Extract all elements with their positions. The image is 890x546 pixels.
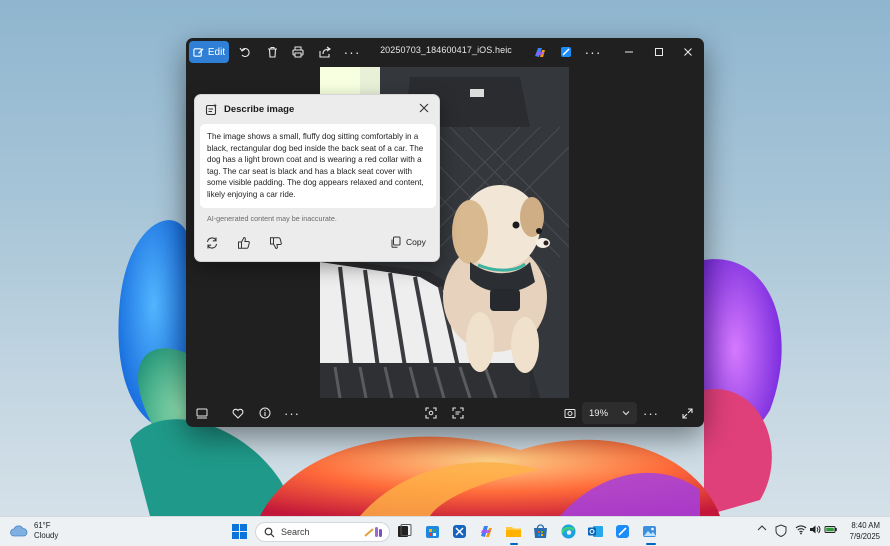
favorite-button[interactable] [227,402,249,424]
zoom-level: 19% [589,407,609,419]
text-scan-icon [452,407,464,419]
copilot-button[interactable] [528,41,550,63]
panel-title: Describe image [224,104,295,115]
zoom-dropdown[interactable]: 19% [582,402,637,424]
wifi-icon[interactable] [795,524,807,535]
ellipsis-icon: ··· [643,405,659,421]
maximize-icon [655,48,663,56]
scan-icon [425,407,437,419]
file-explorer-icon[interactable] [505,523,522,540]
filmstrip-icon [196,408,208,418]
clock-time: 8:40 AM [851,521,880,530]
more-options-button[interactable]: ··· [341,41,363,63]
search-icon [264,527,275,537]
edit-button[interactable]: Edit [189,41,229,63]
delete-button[interactable] [261,41,283,63]
ai-disclaimer: AI-generated content may be inaccurate. [207,214,337,223]
edit-icon [193,47,204,57]
fit-screen-icon [564,408,576,418]
share-icon [319,46,331,58]
more-apps-button[interactable]: ··· [582,41,604,63]
file-name-title: 20250703_184600417_iOS.heic [380,45,512,55]
outlook-icon[interactable] [587,523,604,540]
thumbs-up-button[interactable] [237,236,251,250]
close-window-button[interactable] [677,41,699,63]
microsoft-store-icon[interactable] [532,523,549,540]
copilot-app-icon[interactable] [478,523,495,540]
battery-icon[interactable] [824,524,838,535]
edit-label: Edit [207,46,226,58]
visual-search-button[interactable] [420,402,442,424]
heart-icon [232,408,244,419]
taskbar-search-box[interactable]: Search [255,522,390,542]
snipping-tool-icon[interactable] [451,523,468,540]
file-info-button[interactable] [254,402,276,424]
minimize-icon [625,51,633,53]
search-highlight-icon [364,527,382,537]
printer-icon [292,46,304,58]
info-icon [259,407,271,419]
describe-image-button[interactable] [447,402,469,424]
regenerate-button[interactable] [205,236,219,250]
describe-image-icon [205,103,217,116]
clock-date: 7/9/2025 [849,532,880,541]
rotate-icon [239,47,250,58]
actual-size-button[interactable] [559,402,581,424]
designer-icon [561,47,571,57]
taskbar: 61°F Cloudy Search 8:40 AM 7/9/2025 [0,516,890,546]
chevron-down-icon [622,411,630,416]
weather-temperature: 61°F [34,521,51,530]
title-bar: Edit ··· 20250703_184600417_iOS.heic ··· [186,38,704,66]
close-panel-button[interactable] [417,101,431,115]
share-button[interactable] [314,41,336,63]
more-view-options-button[interactable]: ··· [640,402,662,424]
ellipsis-icon: ··· [343,44,361,60]
more-options-bottom-button[interactable]: ··· [281,402,303,424]
weather-widget[interactable]: 61°F Cloudy [10,521,58,541]
trash-icon [267,46,277,58]
show-hidden-icons-button[interactable] [757,524,767,534]
cloud-icon [10,525,28,537]
task-view-icon[interactable] [396,523,413,540]
copilot-icon [534,47,545,57]
designer-button[interactable] [555,41,577,63]
system-clock[interactable]: 8:40 AM 7/9/2025 [838,520,880,542]
rotate-button[interactable] [234,41,256,63]
close-icon [684,48,692,56]
bottom-toolbar: ··· 19% ··· [186,399,704,427]
search-placeholder: Search [281,527,310,537]
filmstrip-button[interactable] [191,402,213,424]
volume-icon[interactable] [809,524,821,535]
copy-button[interactable]: Copy [390,236,426,248]
edge-browser-icon[interactable] [560,523,577,540]
weather-condition: Cloudy [34,531,59,540]
active-app-indicator [646,543,656,545]
active-app-indicator [510,543,518,545]
print-button[interactable] [287,41,309,63]
security-icon[interactable] [775,524,787,537]
copy-icon [391,236,401,248]
ellipsis-icon: ··· [584,44,602,60]
describe-image-panel: Describe image The image shows a small, … [194,94,440,262]
chevron-up-icon [757,525,767,531]
expand-icon [681,407,693,419]
ellipsis-icon: ··· [284,405,300,421]
minimize-button[interactable] [618,41,640,63]
description-text: The image shows a small, fluffy dog sitt… [200,124,436,208]
designer-app-icon[interactable] [614,523,631,540]
store-app-icon[interactable] [424,523,441,540]
thumbs-down-button[interactable] [269,236,283,250]
maximize-button[interactable] [648,41,670,63]
copy-label: Copy [406,237,426,247]
start-button[interactable] [231,523,248,540]
fullscreen-button[interactable] [676,402,698,424]
photos-app-icon[interactable] [641,523,658,540]
